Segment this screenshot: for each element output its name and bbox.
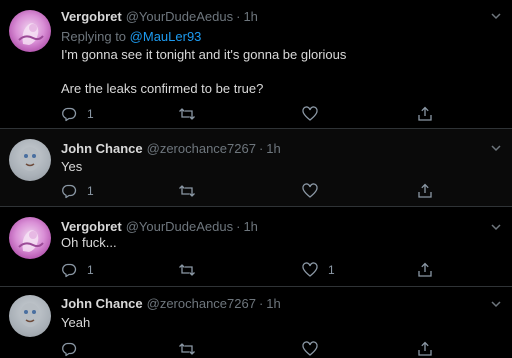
pink-statue-avatar-icon: [18, 230, 44, 252]
display-name[interactable]: John Chance: [61, 296, 143, 311]
like-button[interactable]: [302, 105, 328, 123]
tweet[interactable]: Vergobret @YourDudeAedus · 1h Replying to @…: [0, 0, 512, 129]
share-icon: [418, 106, 432, 121]
retweet-button[interactable]: [178, 261, 196, 279]
avatar[interactable]: [9, 295, 51, 337]
tweet-text: Oh fuck...: [61, 235, 117, 250]
username[interactable]: @YourDudeAedus: [126, 219, 233, 234]
tweet-actions: 1: [61, 105, 481, 123]
username[interactable]: @YourDudeAedus: [126, 9, 233, 24]
reply-count: 1: [87, 107, 94, 121]
tweet[interactable]: Vergobret @YourDudeAedus · 1h Oh fuck... 1 …: [0, 207, 512, 287]
retweet-icon: [179, 343, 195, 355]
like-count: 1: [328, 263, 335, 277]
share-icon: [418, 183, 432, 198]
chevron-down-icon[interactable]: [490, 298, 502, 310]
avatar[interactable]: [9, 139, 51, 181]
retweet-icon: [179, 185, 195, 197]
tweet-actions: 1: [61, 182, 481, 200]
retweet-button[interactable]: [178, 340, 196, 358]
replying-to: Replying to @MauLer93: [61, 28, 201, 46]
reply-button[interactable]: 1: [61, 105, 94, 123]
username[interactable]: @zerochance7267: [147, 141, 256, 156]
tweet-header: Vergobret @YourDudeAedus · 1h: [61, 8, 258, 26]
separator-dot: ·: [258, 141, 264, 156]
chevron-down-icon[interactable]: [490, 142, 502, 154]
avatar[interactable]: [9, 10, 51, 52]
timestamp[interactable]: 1h: [243, 219, 257, 234]
tweet-text: Yes: [61, 159, 83, 174]
tweet-header: John Chance @zerochance7267 · 1h: [61, 295, 281, 313]
heart-icon: [302, 262, 318, 277]
chevron-down-icon[interactable]: [490, 10, 502, 22]
display-name[interactable]: Vergobret: [61, 219, 122, 234]
reply-icon: [62, 263, 77, 278]
gray-face-avatar-icon: [20, 147, 40, 171]
display-name[interactable]: Vergobret: [61, 9, 122, 24]
separator-dot: ·: [236, 219, 241, 234]
retweet-icon: [179, 108, 195, 120]
tweet-text: I'm gonna see it tonight and it's gonna …: [61, 47, 347, 62]
pink-statue-avatar-icon: [18, 23, 44, 45]
username[interactable]: @zerochance7267: [147, 296, 256, 311]
reply-button[interactable]: [61, 340, 87, 358]
share-button[interactable]: [417, 261, 433, 279]
like-button[interactable]: [302, 182, 328, 200]
tweet-text: Yeah: [61, 315, 91, 330]
heart-icon: [302, 341, 318, 356]
share-icon: [418, 341, 432, 356]
retweet-icon: [179, 264, 195, 276]
retweet-button[interactable]: [178, 105, 196, 123]
avatar[interactable]: [9, 217, 51, 259]
display-name[interactable]: John Chance: [61, 141, 143, 156]
like-button[interactable]: [302, 340, 328, 358]
tweet-text: Are the leaks confirmed to be true?: [61, 81, 264, 96]
reply-button[interactable]: 1: [61, 182, 94, 200]
tweet-header: John Chance @zerochance7267 · 1h: [61, 140, 281, 158]
chevron-down-icon[interactable]: [490, 221, 502, 233]
share-icon: [418, 262, 432, 277]
tweet-actions: 1 1: [61, 261, 481, 279]
reply-icon: [62, 107, 77, 122]
separator-dot: ·: [258, 296, 264, 311]
heart-icon: [302, 106, 318, 121]
share-button[interactable]: [417, 105, 433, 123]
reply-count: 1: [87, 263, 94, 277]
timestamp[interactable]: 1h: [266, 296, 280, 311]
like-button[interactable]: 1: [302, 261, 335, 279]
timestamp[interactable]: 1h: [243, 9, 257, 24]
retweet-button[interactable]: [178, 182, 196, 200]
reply-icon: [62, 342, 77, 357]
heart-icon: [302, 183, 318, 198]
share-button[interactable]: [417, 182, 433, 200]
timestamp[interactable]: 1h: [266, 141, 280, 156]
gray-face-avatar-icon: [20, 303, 40, 327]
replying-to-label: Replying to: [61, 29, 127, 44]
reply-button[interactable]: 1: [61, 261, 94, 279]
tweet[interactable]: John Chance @zerochance7267 · 1h Yeah: [0, 287, 512, 358]
tweet[interactable]: John Chance @zerochance7267 · 1h Yes 1: [0, 129, 512, 207]
reply-icon: [62, 184, 77, 199]
mention-link[interactable]: @MauLer93: [130, 29, 202, 44]
tweet-actions: [61, 340, 481, 358]
separator-dot: ·: [236, 9, 241, 24]
share-button[interactable]: [417, 340, 433, 358]
reply-count: 1: [87, 184, 94, 198]
